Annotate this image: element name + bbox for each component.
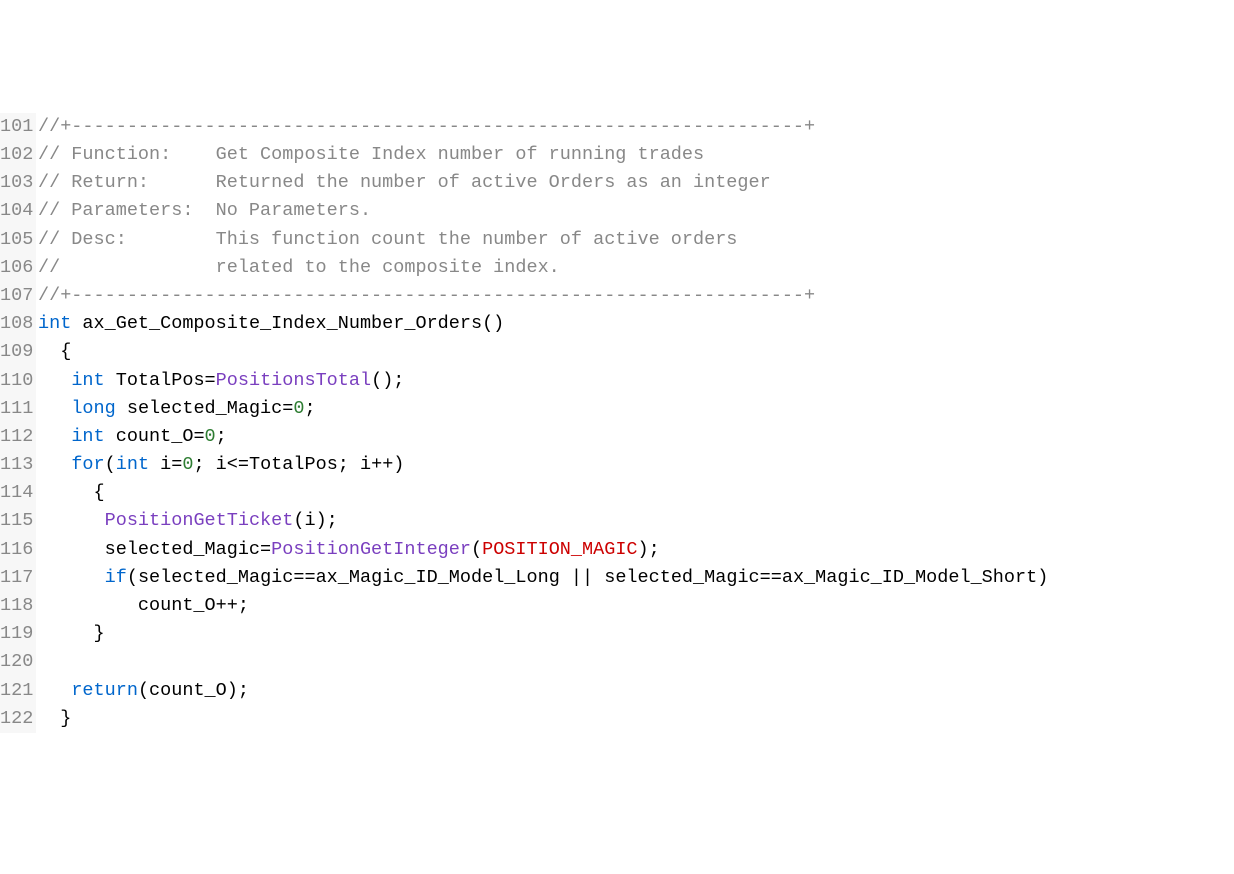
code-area[interactable]: //+-------------------------------------… bbox=[36, 113, 1234, 733]
token-text: i= bbox=[149, 454, 182, 475]
code-line[interactable]: return(count_O); bbox=[38, 677, 1234, 705]
code-line[interactable]: int ax_Get_Composite_Index_Number_Orders… bbox=[38, 310, 1234, 338]
code-line[interactable]: count_O++; bbox=[38, 592, 1234, 620]
code-line[interactable]: { bbox=[38, 338, 1234, 366]
line-number: 116 bbox=[0, 536, 32, 564]
line-number: 117 bbox=[0, 564, 32, 592]
line-number: 102 bbox=[0, 141, 32, 169]
code-editor[interactable]: 1011021031041051061071081091101111121131… bbox=[0, 113, 1234, 733]
line-number: 105 bbox=[0, 226, 32, 254]
line-number: 104 bbox=[0, 197, 32, 225]
token-comment: //+-------------------------------------… bbox=[38, 285, 815, 306]
code-line[interactable]: long selected_Magic=0; bbox=[38, 395, 1234, 423]
token-keyword: for bbox=[71, 454, 104, 475]
token-text: ( bbox=[471, 539, 482, 560]
token-text: count_O= bbox=[105, 426, 205, 447]
token-text: (count_O); bbox=[138, 680, 249, 701]
token-text: ; i<=TotalPos; i++) bbox=[193, 454, 404, 475]
token-comment: // Desc: This function count the number … bbox=[38, 229, 737, 250]
token-text: TotalPos= bbox=[105, 370, 216, 391]
token-text: } bbox=[38, 708, 71, 729]
token-comment: //+-------------------------------------… bbox=[38, 116, 815, 137]
line-number: 112 bbox=[0, 423, 32, 451]
token-text bbox=[38, 426, 71, 447]
token-func: PositionGetInteger bbox=[271, 539, 471, 560]
code-line[interactable]: for(int i=0; i<=TotalPos; i++) bbox=[38, 451, 1234, 479]
token-text bbox=[38, 510, 105, 531]
token-text bbox=[38, 567, 105, 588]
token-comment: // Return: Returned the number of active… bbox=[38, 172, 771, 193]
line-number-gutter: 1011021031041051061071081091101111121131… bbox=[0, 113, 36, 733]
line-number: 103 bbox=[0, 169, 32, 197]
code-line[interactable]: selected_Magic=PositionGetInteger(POSITI… bbox=[38, 536, 1234, 564]
line-number: 113 bbox=[0, 451, 32, 479]
line-number: 101 bbox=[0, 113, 32, 141]
code-line[interactable]: // Parameters: No Parameters. bbox=[38, 197, 1234, 225]
code-line[interactable]: if(selected_Magic==ax_Magic_ID_Model_Lon… bbox=[38, 564, 1234, 592]
line-number: 119 bbox=[0, 620, 32, 648]
code-line[interactable]: int count_O=0; bbox=[38, 423, 1234, 451]
code-line[interactable]: //+-------------------------------------… bbox=[38, 282, 1234, 310]
line-number: 118 bbox=[0, 592, 32, 620]
code-line[interactable]: // Return: Returned the number of active… bbox=[38, 169, 1234, 197]
code-line[interactable]: PositionGetTicket(i); bbox=[38, 507, 1234, 535]
token-text: ; bbox=[216, 426, 227, 447]
token-number: 0 bbox=[182, 454, 193, 475]
line-number: 115 bbox=[0, 507, 32, 535]
line-number: 120 bbox=[0, 648, 32, 676]
token-text: { bbox=[38, 482, 105, 503]
line-number: 122 bbox=[0, 705, 32, 733]
token-text: (); bbox=[371, 370, 404, 391]
token-type: int bbox=[71, 426, 104, 447]
token-keyword: return bbox=[71, 680, 138, 701]
token-text: count_O++; bbox=[38, 595, 249, 616]
token-type: int bbox=[71, 370, 104, 391]
token-text: selected_Magic= bbox=[38, 539, 271, 560]
code-line[interactable] bbox=[38, 648, 1234, 676]
token-type: int bbox=[38, 313, 71, 334]
token-text: selected_Magic= bbox=[116, 398, 294, 419]
line-number: 121 bbox=[0, 677, 32, 705]
token-text: (i); bbox=[293, 510, 337, 531]
token-text: ( bbox=[105, 454, 116, 475]
token-comment: // Function: Get Composite Index number … bbox=[38, 144, 704, 165]
token-text: { bbox=[38, 341, 71, 362]
token-text bbox=[38, 398, 71, 419]
line-number: 110 bbox=[0, 367, 32, 395]
token-comment: // Parameters: No Parameters. bbox=[38, 200, 371, 221]
token-keyword: if bbox=[105, 567, 127, 588]
token-func: PositionsTotal bbox=[216, 370, 371, 391]
line-number: 107 bbox=[0, 282, 32, 310]
token-text: (selected_Magic==ax_Magic_ID_Model_Long … bbox=[127, 567, 1048, 588]
token-text: ; bbox=[304, 398, 315, 419]
token-text bbox=[38, 680, 71, 701]
token-number: 0 bbox=[205, 426, 216, 447]
token-text: ); bbox=[638, 539, 660, 560]
token-const: POSITION_MAGIC bbox=[482, 539, 637, 560]
line-number: 108 bbox=[0, 310, 32, 338]
token-comment: // related to the composite index. bbox=[38, 257, 560, 278]
code-line[interactable]: // Desc: This function count the number … bbox=[38, 226, 1234, 254]
code-line[interactable]: { bbox=[38, 479, 1234, 507]
line-number: 106 bbox=[0, 254, 32, 282]
token-text bbox=[38, 370, 71, 391]
line-number: 111 bbox=[0, 395, 32, 423]
code-line[interactable]: } bbox=[38, 620, 1234, 648]
token-type: long bbox=[71, 398, 115, 419]
line-number: 109 bbox=[0, 338, 32, 366]
code-line[interactable]: // related to the composite index. bbox=[38, 254, 1234, 282]
code-line[interactable]: } bbox=[38, 705, 1234, 733]
code-line[interactable]: int TotalPos=PositionsTotal(); bbox=[38, 367, 1234, 395]
token-text: } bbox=[38, 623, 105, 644]
code-line[interactable]: //+-------------------------------------… bbox=[38, 113, 1234, 141]
token-text bbox=[38, 454, 71, 475]
token-type: int bbox=[116, 454, 149, 475]
code-line[interactable]: // Function: Get Composite Index number … bbox=[38, 141, 1234, 169]
token-text: ax_Get_Composite_Index_Number_Orders() bbox=[71, 313, 504, 334]
token-func: PositionGetTicket bbox=[105, 510, 294, 531]
token-number: 0 bbox=[293, 398, 304, 419]
line-number: 114 bbox=[0, 479, 32, 507]
